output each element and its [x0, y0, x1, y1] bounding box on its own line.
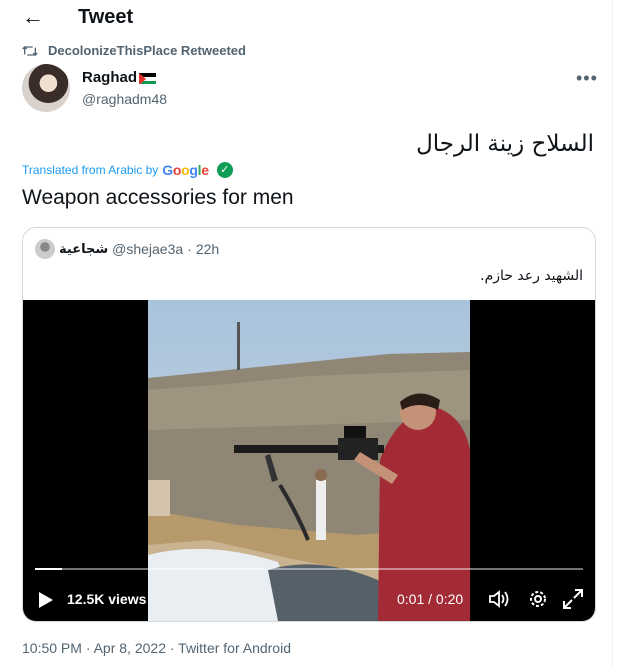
translation-attribution[interactable]: Translated from Arabic by Google ✓: [22, 162, 233, 178]
avatar[interactable]: [22, 64, 70, 112]
more-options-icon[interactable]: •••: [576, 68, 598, 89]
tweet-timestamp[interactable]: 10:50 PM · Apr 8, 2022 · Twitter for And…: [22, 640, 291, 656]
video-time: 0:01 / 0:20: [397, 591, 464, 607]
column-divider: [612, 0, 613, 669]
quote-author-name: شجاعية: [59, 241, 109, 257]
author-name[interactable]: Raghad: [82, 69, 157, 86]
arrow-left-icon[interactable]: ←: [22, 4, 44, 30]
retweet-icon: [22, 45, 38, 56]
video-progress-bar[interactable]: [35, 568, 583, 570]
fullscreen-icon[interactable]: [561, 587, 585, 611]
quote-handle: @shejae3a: [112, 241, 184, 257]
translated-text: Weapon accessories for men: [22, 186, 294, 209]
video-player[interactable]: 12.5K views 0:01 / 0:20: [23, 300, 595, 621]
video-frame: [148, 300, 470, 621]
quoted-tweet[interactable]: شجاعية @shejae3a · 22h الشهيد رعد حازم.: [22, 227, 596, 622]
video-progress-fill: [35, 568, 63, 570]
play-icon[interactable]: [37, 590, 55, 610]
palestine-flag-icon: [139, 72, 157, 84]
quote-avatar: [35, 239, 55, 259]
quote-header: شجاعية @shejae3a · 22h: [35, 239, 219, 259]
quote-time: 22h: [195, 241, 220, 257]
author-handle[interactable]: @raghadm48: [82, 91, 167, 107]
video-views: 12.5K views: [67, 591, 147, 607]
check-icon: ✓: [216, 162, 233, 178]
volume-icon[interactable]: [487, 587, 511, 611]
google-logo: Google: [162, 162, 209, 178]
tweet-text: السلاح زينة الرجال: [416, 131, 594, 157]
settings-gear-icon[interactable]: [526, 587, 550, 611]
top-bar: ← Tweet: [0, 0, 620, 36]
page-title: Tweet: [78, 6, 134, 28]
retweet-text[interactable]: DecolonizeThisPlace Retweeted: [48, 43, 246, 58]
quote-text: الشهيد رعد حازم.: [480, 268, 583, 284]
retweet-context: DecolonizeThisPlace Retweeted: [22, 43, 246, 58]
quote-separator: ·: [187, 241, 192, 257]
translated-prefix: Translated from Arabic by: [22, 163, 159, 177]
author-name-text[interactable]: Raghad: [82, 69, 137, 86]
